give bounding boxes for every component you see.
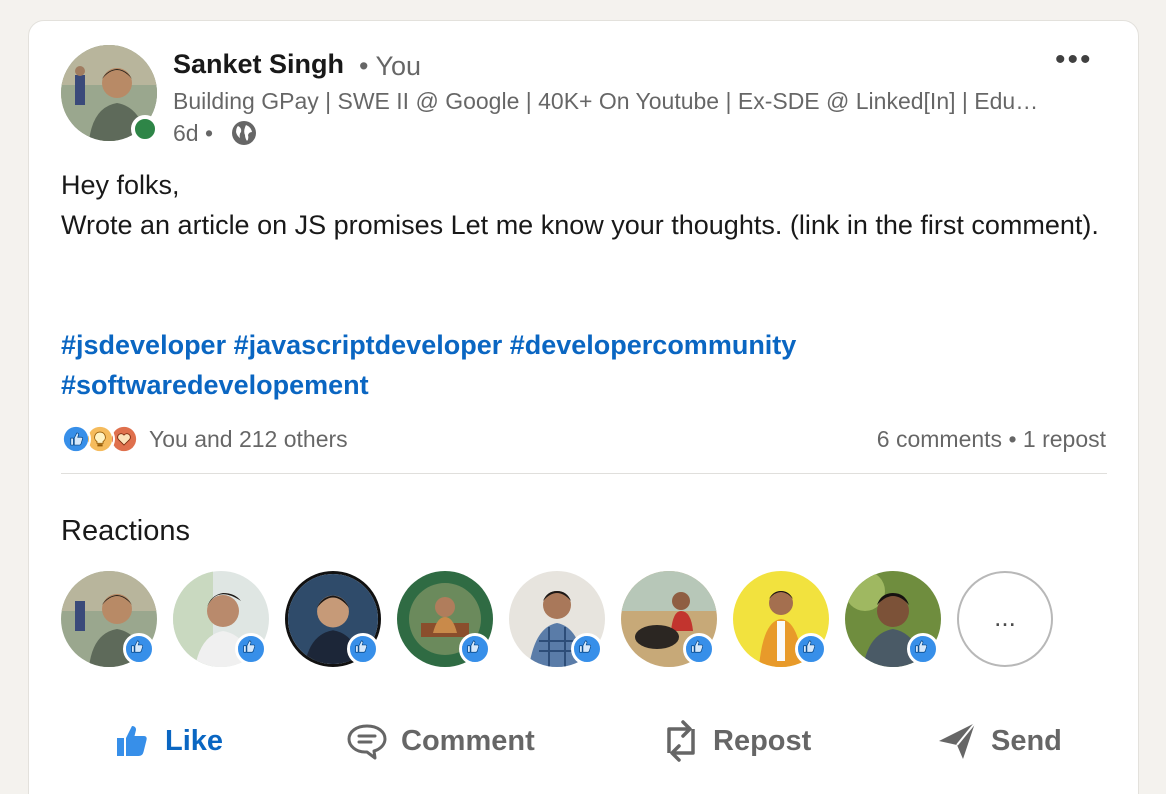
like-icon: [117, 726, 147, 756]
like-badge-icon: [459, 633, 491, 665]
post-time: 6d •: [173, 120, 214, 146]
reactions-section-title: Reactions: [61, 515, 190, 547]
like-badge-icon: [235, 633, 267, 665]
send-label: Send: [991, 724, 1062, 757]
like-badge-icon: [795, 633, 827, 665]
like-badge-icon: [907, 633, 939, 665]
comments-reposts-count[interactable]: 6 comments • 1 repost: [877, 426, 1106, 453]
send-icon: [939, 722, 976, 759]
comment-label: Comment: [401, 724, 535, 757]
hashtags: #jsdeveloper #javascriptdeveloper #devel…: [61, 325, 1101, 405]
reaction-icons[interactable]: [61, 424, 141, 456]
like-label: Like: [165, 724, 224, 757]
comment-button[interactable]: Comment: [345, 711, 535, 771]
post-body-line: Wrote an article on JS promises Let me k…: [61, 210, 1099, 240]
repost-icon: [667, 720, 695, 762]
reactor-avatar[interactable]: [173, 571, 269, 667]
like-badge-icon: [571, 633, 603, 665]
author-relation: • You: [359, 51, 422, 81]
hashtag-line[interactable]: #jsdeveloper #javascriptdeveloper #devel…: [61, 325, 1101, 365]
globe-icon: [232, 121, 256, 145]
hashtag-line[interactable]: #softwaredevelopement: [61, 365, 1101, 405]
post-body: Hey folks, Wrote an article on JS promis…: [61, 165, 1101, 245]
post-body-line: Hey folks,: [61, 170, 180, 200]
reactor-avatar[interactable]: [397, 571, 493, 667]
reactor-avatar[interactable]: [61, 571, 157, 667]
reactor-avatar[interactable]: [845, 571, 941, 667]
send-button[interactable]: Send: [935, 711, 1062, 771]
reactor-avatar[interactable]: [285, 571, 381, 667]
repost-button[interactable]: Repost: [661, 711, 811, 771]
repost-label: Repost: [713, 724, 812, 757]
author-name[interactable]: Sanket Singh: [173, 49, 344, 80]
like-badge-icon: [683, 633, 715, 665]
more-options-button[interactable]: •••: [1055, 45, 1093, 75]
divider: [61, 473, 1107, 474]
action-bar: Like Comment Repost Send: [29, 711, 1140, 771]
reactor-avatar[interactable]: [733, 571, 829, 667]
post-card: Sanket Singh • You Building GPay | SWE I…: [28, 20, 1139, 794]
like-badge-icon: [123, 633, 155, 665]
author-avatar[interactable]: [61, 45, 159, 143]
like-button[interactable]: Like: [113, 711, 223, 771]
reactor-avatar[interactable]: [509, 571, 605, 667]
reactors-list: ...: [61, 571, 1061, 671]
reactor-avatar[interactable]: [621, 571, 717, 667]
author-headline: Building GPay | SWE II @ Google | 40K+ O…: [173, 88, 1043, 114]
like-badge-icon: [347, 633, 379, 665]
more-reactors-button[interactable]: ...: [957, 571, 1053, 667]
online-status-badge: [131, 115, 159, 143]
comment-icon: [347, 724, 387, 760]
reactions-count[interactable]: You and 212 others: [149, 426, 348, 453]
like-icon: [61, 424, 91, 454]
